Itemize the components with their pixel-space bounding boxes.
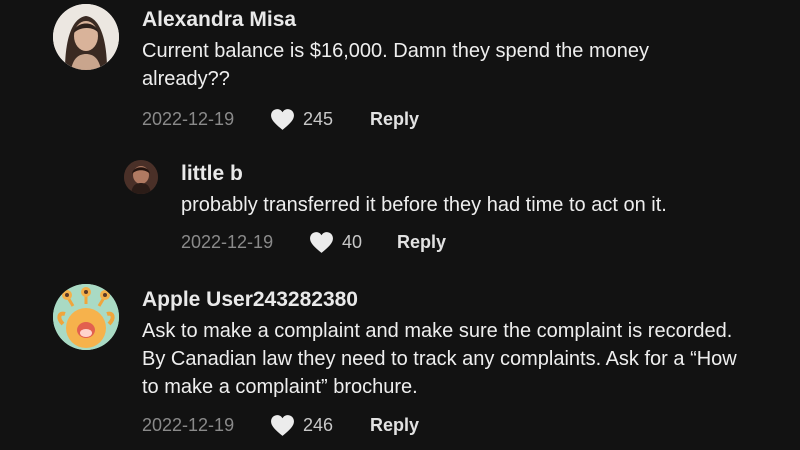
comment-text: probably transferred it before they had …	[181, 194, 667, 216]
like-control[interactable]: 40	[309, 231, 397, 254]
avatar[interactable]	[53, 4, 119, 70]
like-count: 246	[303, 414, 334, 435]
like-control[interactable]: 246	[270, 414, 370, 437]
like-control[interactable]: 245	[270, 108, 370, 131]
comment-username[interactable]: little b	[181, 161, 781, 187]
avatar[interactable]	[124, 160, 158, 194]
heart-icon[interactable]	[270, 414, 295, 437]
reply-button[interactable]: Reply	[370, 415, 419, 436]
comment-text: Ask to make a complaint and make sure th…	[142, 320, 737, 398]
comment-meta: 2022-12-19 245 Reply	[142, 106, 742, 132]
comment-date: 2022-12-19	[181, 231, 274, 252]
comments-panel: Alexandra Misa Current balance is $16,00…	[0, 0, 800, 450]
reply-comment: little b probably transferred it before …	[124, 160, 781, 255]
heart-icon[interactable]	[309, 231, 334, 254]
like-count: 245	[303, 108, 334, 129]
avatar-photo	[124, 160, 158, 194]
comment-date: 2022-12-19	[142, 414, 235, 435]
comment-date: 2022-12-19	[142, 108, 235, 129]
comment-meta: 2022-12-19 246 Reply	[142, 412, 762, 438]
like-count: 40	[342, 231, 363, 252]
avatar-illustration	[53, 284, 119, 350]
reply-button[interactable]: Reply	[370, 109, 419, 130]
avatar-photo	[53, 4, 119, 70]
comment-username[interactable]: Apple User243282380	[142, 287, 762, 313]
avatar[interactable]	[53, 284, 119, 350]
heart-icon[interactable]	[270, 108, 295, 131]
comment-username[interactable]: Alexandra Misa	[142, 7, 742, 33]
reply-button[interactable]: Reply	[397, 232, 446, 253]
comment-meta: 2022-12-19 40 Reply	[181, 229, 781, 255]
comment: Alexandra Misa Current balance is $16,00…	[53, 4, 742, 132]
comment: Apple User243282380 Ask to make a compla…	[53, 284, 762, 438]
comment-text: Current balance is $16,000. Damn they sp…	[142, 40, 649, 90]
